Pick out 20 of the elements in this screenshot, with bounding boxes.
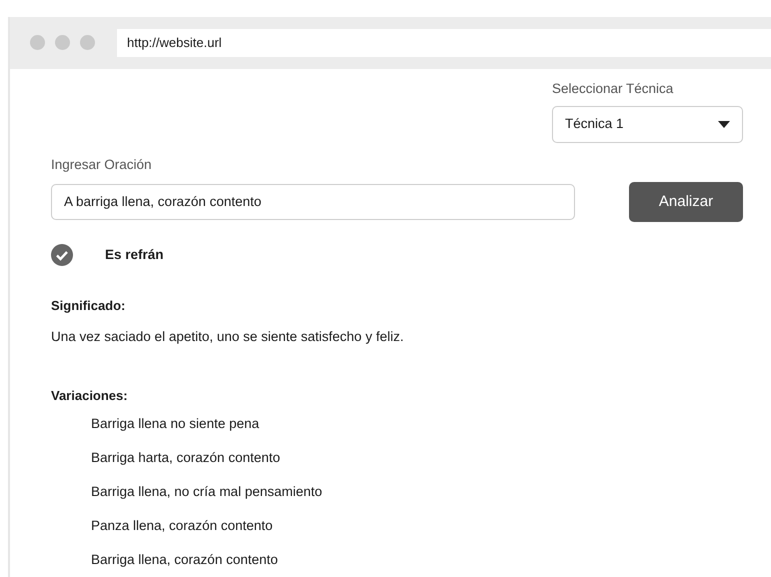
- select-value: Técnica 1: [565, 115, 624, 134]
- variation-text: Barriga llena no siente pena: [91, 416, 260, 431]
- field-label: Ingresar Oración: [51, 156, 153, 174]
- field-label: Seleccionar Técnica: [552, 80, 674, 98]
- analyze-button[interactable]: Analizar: [629, 182, 743, 222]
- variation-text: Barriga llena, corazón contento: [91, 552, 278, 567]
- variation-text: Barriga llena, no cría mal pensamiento: [91, 484, 322, 499]
- result-label: Es refrán: [105, 246, 164, 264]
- sentence-input[interactable]: A barriga llena, corazón contento: [51, 184, 575, 220]
- window-dot: [30, 35, 45, 50]
- caret-icon: [718, 120, 730, 128]
- window-dot: [55, 35, 70, 50]
- address-bar[interactable]: http://website.url: [117, 28, 771, 57]
- technique-select[interactable]: Técnica 1: [552, 106, 743, 143]
- section-title: Variaciones:: [51, 386, 129, 404]
- window-dot: [80, 35, 95, 50]
- meaning-text: Una vez saciado el apetito, uno se siente satisfecho y feliz.: [51, 328, 405, 346]
- variation-text: Panza llena, corazón contento: [91, 518, 273, 533]
- variation-text: Barriga harta, corazón contento: [91, 450, 280, 465]
- section-title: Significado:: [51, 296, 126, 315]
